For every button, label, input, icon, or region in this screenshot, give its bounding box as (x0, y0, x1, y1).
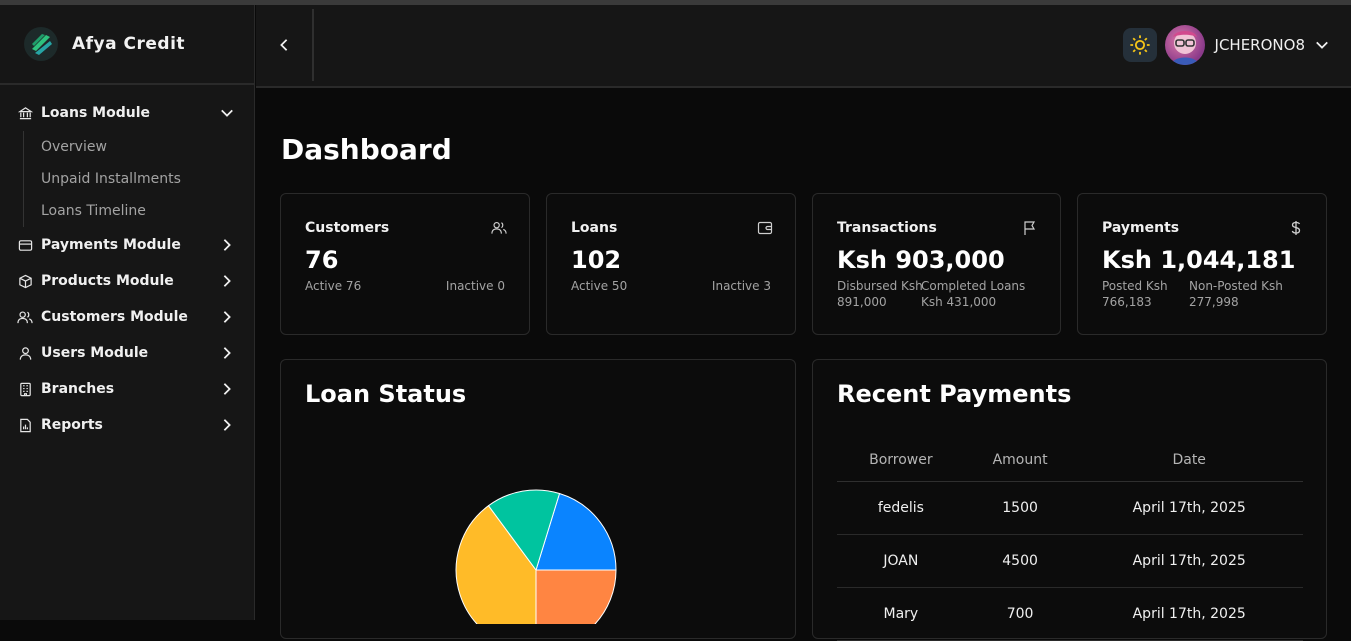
panel-title: Loan Status (305, 380, 467, 408)
card-title: Payments (1102, 220, 1180, 236)
sidebar-item-label: Payments Module (41, 237, 181, 253)
date-cell: April 17th, 2025 (1075, 481, 1303, 535)
report-icon (17, 417, 33, 433)
recent-payments-table: Borrower Amount Date fedelis 1500 April … (837, 440, 1303, 641)
card-value: Ksh 903,000 (837, 246, 1005, 274)
bank-icon (17, 105, 33, 121)
card-value: Ksh 1,044,181 (1102, 246, 1296, 274)
chevron-right-icon (223, 275, 231, 287)
posted-label: Posted Ksh (1102, 279, 1168, 293)
recent-payments-panel: Recent Payments Borrower Amount Date fed… (812, 359, 1327, 641)
chevron-right-icon (223, 419, 231, 431)
sidebar-item-payments-module[interactable]: Payments Module (0, 227, 254, 263)
active-count: Active 50 (571, 279, 628, 293)
sidebar-subitem-loans-timeline[interactable]: Loans Timeline (41, 195, 254, 227)
package-icon (17, 273, 33, 289)
inactive-count: Inactive 3 (711, 279, 771, 293)
column-header-date: Date (1075, 440, 1303, 482)
amount-cell: 4500 (964, 534, 1076, 588)
sidebar-item-loans-module[interactable]: Loans Module (0, 95, 254, 131)
completed-loans-label: Completed Loans (921, 279, 1026, 293)
loan-status-panel: Loan Status (280, 359, 796, 639)
sidebar-item-branches[interactable]: Branches (0, 371, 254, 407)
users-icon (491, 221, 507, 234)
loans-card[interactable]: Loans 102 Active 50 Inactive 3 (546, 193, 796, 335)
users-icon (17, 309, 33, 325)
date-cell: April 17th, 2025 (1075, 534, 1303, 588)
collapse-sidebar-button[interactable] (256, 9, 314, 81)
loan-status-pie-chart (455, 489, 617, 624)
card-title: Transactions (837, 220, 937, 236)
chevron-left-icon (280, 39, 288, 51)
non-posted-value: 277,998 (1189, 295, 1239, 309)
borrower-cell: Mary (837, 587, 965, 641)
sidebar: Afya Credit Loans Module Overview Unpaid… (0, 5, 255, 620)
non-posted-label: Non-Posted Ksh (1189, 279, 1283, 293)
wallet-icon (757, 221, 773, 235)
table-row[interactable]: JOAN 4500 April 17th, 2025 (837, 534, 1303, 588)
username[interactable]: JCHERONO8 (1215, 36, 1305, 54)
user-area: JCHERONO8 (1122, 23, 1329, 67)
sidebar-item-customers-module[interactable]: Customers Module (0, 299, 254, 335)
card-value: 102 (571, 246, 622, 274)
avatar[interactable] (1164, 25, 1205, 65)
sidebar-subitem-unpaid-installments[interactable]: Unpaid Installments (41, 163, 254, 195)
theme-toggle-button[interactable] (1122, 28, 1157, 62)
page-title: Dashboard (281, 133, 452, 166)
building-icon (17, 381, 33, 397)
brand-name: Afya Credit (72, 34, 186, 54)
sidebar-item-label: Branches (41, 381, 115, 397)
main-content: Dashboard Customers 76 Active 76 Inactiv… (256, 88, 1351, 641)
card-title: Loans (571, 220, 618, 236)
chevron-down-icon[interactable] (1315, 38, 1329, 52)
disbursed-label: Disbursed Ksh (837, 279, 923, 293)
chevron-right-icon (223, 347, 231, 359)
borrower-cell: JOAN (837, 534, 965, 588)
brand[interactable]: Afya Credit (0, 5, 254, 85)
table-row[interactable]: Mary 700 April 17th, 2025 (837, 587, 1303, 641)
sidebar-item-label: Customers Module (41, 309, 188, 325)
date-cell: April 17th, 2025 (1075, 587, 1303, 641)
sidebar-item-label: Users Module (41, 345, 149, 361)
amount-cell: 700 (964, 587, 1076, 641)
sidebar-item-reports[interactable]: Reports (0, 407, 254, 443)
sidebar-subitem-overview[interactable]: Overview (41, 131, 254, 163)
active-count: Active 76 (305, 279, 362, 293)
column-header-amount: Amount (964, 440, 1076, 482)
chevron-right-icon (223, 383, 231, 395)
dollar-icon (1291, 221, 1301, 235)
flag-icon (1024, 221, 1036, 235)
payments-card[interactable]: Payments Ksh 1,044,181 Posted Ksh 766,18… (1077, 193, 1327, 335)
sidebar-item-products-module[interactable]: Products Module (0, 263, 254, 299)
posted-value: 766,183 (1102, 295, 1152, 309)
user-icon (17, 345, 33, 361)
sun-icon (1129, 35, 1150, 55)
card-value: 76 (305, 246, 339, 274)
inactive-count: Inactive 0 (445, 279, 505, 293)
credit-card-icon (17, 237, 33, 253)
sidebar-item-label: Products Module (41, 273, 174, 289)
borrower-cell: fedelis (837, 481, 965, 535)
chevron-down-icon (221, 109, 233, 117)
completed-loans-value: Ksh 431,000 (921, 295, 997, 309)
disbursed-value: 891,000 (837, 295, 887, 309)
chevron-right-icon (223, 311, 231, 323)
table-row[interactable]: fedelis 1500 April 17th, 2025 (837, 481, 1303, 535)
sidebar-nav: Loans Module Overview Unpaid Installment… (0, 85, 254, 443)
transactions-card[interactable]: Transactions Ksh 903,000 Disbursed Ksh 8… (812, 193, 1061, 335)
card-title: Customers (305, 220, 390, 236)
top-bar: JCHERONO8 (256, 5, 1351, 88)
sidebar-item-users-module[interactable]: Users Module (0, 335, 254, 371)
column-header-borrower: Borrower (837, 440, 965, 482)
table-header-row: Borrower Amount Date (837, 440, 1303, 482)
sidebar-item-label: Reports (41, 417, 103, 433)
chevron-right-icon (223, 239, 231, 251)
loans-submenu: Overview Unpaid Installments Loans Timel… (23, 131, 254, 227)
amount-cell: 1500 (964, 481, 1076, 535)
customers-card[interactable]: Customers 76 Active 76 Inactive 0 (280, 193, 530, 335)
panel-title: Recent Payments (837, 380, 1072, 408)
pie-slice-orange[interactable] (535, 569, 617, 624)
brand-logo-icon (24, 27, 58, 61)
sidebar-item-label: Loans Module (41, 105, 150, 121)
